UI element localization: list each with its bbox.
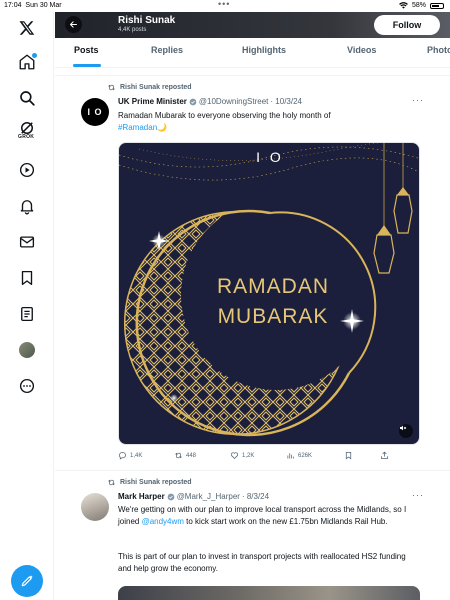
repost-icon (175, 452, 182, 459)
tweet-media[interactable] (118, 586, 420, 600)
sidebar: GROK (0, 12, 54, 600)
divider (55, 470, 450, 471)
active-tab-indicator (73, 64, 101, 67)
notification-dot (32, 53, 37, 58)
avatar (19, 342, 35, 358)
avatar-logo-text: I O (87, 107, 103, 117)
speaker-muted-icon (400, 425, 407, 431)
tweet-text: Ramadan Mubarak to everyone observing th… (118, 110, 418, 133)
profile-tabs: Posts Replies Highlights Videos Photo (55, 38, 450, 67)
follow-button[interactable]: Follow (374, 15, 440, 35)
views-button[interactable]: 626K (286, 451, 312, 460)
header-posts-count: 4,4K posts (118, 27, 147, 33)
more-options-icon[interactable]: ··· (412, 95, 424, 105)
mute-button[interactable] (399, 424, 413, 438)
tweet-media[interactable]: I O RAMADAN MUBARAK (118, 142, 420, 445)
status-time: 17:04 Sun 30 Mar (4, 2, 62, 9)
timeline: Rishi Sunak reposted I O UK Prime Minist… (55, 68, 450, 600)
tweet-body: Ramadan Mubarak to everyone observing th… (118, 111, 331, 120)
author-name[interactable]: Mark Harper (118, 492, 165, 501)
tweet-text: We're getting on with our plan to improv… (118, 504, 418, 527)
bell-icon[interactable] (15, 194, 39, 218)
bookmark-button[interactable] (344, 451, 353, 460)
repost-button[interactable]: 448 (174, 451, 196, 460)
repost-indicator: Rishi Sunak reposted (107, 478, 192, 487)
verified-badge-icon (189, 98, 197, 105)
like-button[interactable]: 1,2K (230, 451, 254, 460)
header-banner: Rishi Sunak 4,4K posts Follow (55, 12, 450, 38)
back-button[interactable] (65, 16, 82, 33)
bookmark-icon[interactable] (15, 266, 39, 290)
status-bar: 17:04 Sun 30 Mar ••• 58% (0, 0, 450, 12)
tab-videos[interactable]: Videos (347, 45, 376, 55)
media-line-1: RAMADAN (217, 275, 329, 298)
like-count: 1,2K (242, 452, 255, 459)
bookmark-icon (345, 451, 352, 460)
status-right: 58% (399, 2, 444, 9)
battery-percent: 58% (411, 2, 426, 9)
mail-icon[interactable] (15, 230, 39, 254)
tweet-header: UK Prime Minister @10DowningStreet · 10/… (118, 97, 302, 106)
video-icon[interactable] (15, 158, 39, 182)
heart-icon (230, 452, 239, 460)
tweet-body-2: This is part of our plan to invest in tr… (118, 552, 406, 573)
tab-highlights[interactable]: Highlights (242, 45, 286, 55)
grok-label: GROK (18, 134, 35, 140)
tweet-date[interactable]: · 8/3/24 (242, 492, 269, 501)
home-icon[interactable] (15, 50, 39, 74)
reply-icon (119, 452, 126, 460)
author-handle[interactable]: @10DowningStreet (199, 97, 269, 106)
profile-avatar[interactable] (15, 338, 39, 362)
x-logo-icon[interactable] (15, 16, 39, 40)
multitask-dots[interactable]: ••• (218, 0, 230, 9)
repost-label: Rishi Sunak reposted (120, 479, 192, 486)
tweet-header: Mark Harper @Mark_J_Harper · 8/3/24 (118, 492, 269, 501)
avatar[interactable]: I O (81, 98, 109, 126)
share-button[interactable] (380, 451, 389, 460)
reply-button[interactable]: 1,4K (118, 451, 142, 460)
repost-label: Rishi Sunak reposted (120, 84, 192, 91)
repost-icon (108, 84, 115, 91)
repost-icon (108, 479, 115, 486)
mention-link[interactable]: @andy4wm (142, 517, 184, 526)
view-count: 626K (298, 452, 313, 459)
repost-indicator: Rishi Sunak reposted (107, 83, 192, 92)
crescent-emoji: 🌙 (157, 122, 168, 132)
ramadan-graphic: I O RAMADAN MUBARAK (119, 143, 419, 437)
divider (55, 75, 450, 76)
hashtag-link[interactable]: #Ramadan (118, 123, 157, 132)
tweet-date[interactable]: · 10/3/24 (270, 97, 302, 106)
tab-photos[interactable]: Photo (427, 45, 450, 55)
media-logo: I O (256, 149, 284, 165)
repost-count: 448 (186, 452, 197, 459)
search-icon[interactable] (15, 86, 39, 110)
share-icon (381, 451, 388, 459)
wifi-icon (399, 2, 408, 9)
compose-icon (21, 575, 33, 587)
views-chart-icon (287, 453, 294, 459)
more-options-icon[interactable]: ··· (412, 490, 424, 500)
compose-button[interactable] (11, 565, 43, 597)
author-handle[interactable]: @Mark_J_Harper (177, 492, 240, 501)
tweet-body-cont: to kick start work on the new £1.75bn Mi… (183, 516, 388, 526)
avatar[interactable] (81, 493, 109, 521)
reply-count: 1,4K (130, 452, 143, 459)
header-name: Rishi Sunak (118, 15, 176, 26)
verified-badge-icon (167, 493, 175, 500)
tweet-actions: 1,4K 448 1,2K 626K (118, 451, 418, 463)
tab-posts[interactable]: Posts (74, 45, 99, 55)
author-name[interactable]: UK Prime Minister (118, 97, 187, 106)
arrow-left-icon (70, 21, 77, 28)
tweet-text-para-2: This is part of our plan to invest in tr… (118, 551, 418, 574)
media-line-2: MUBARAK (218, 305, 329, 328)
more-icon[interactable] (15, 374, 39, 398)
profile-header: Rishi Sunak 4,4K posts Follow Posts Repl… (55, 12, 450, 68)
list-icon[interactable] (15, 302, 39, 326)
battery-icon (430, 2, 444, 9)
tab-replies[interactable]: Replies (151, 45, 183, 55)
